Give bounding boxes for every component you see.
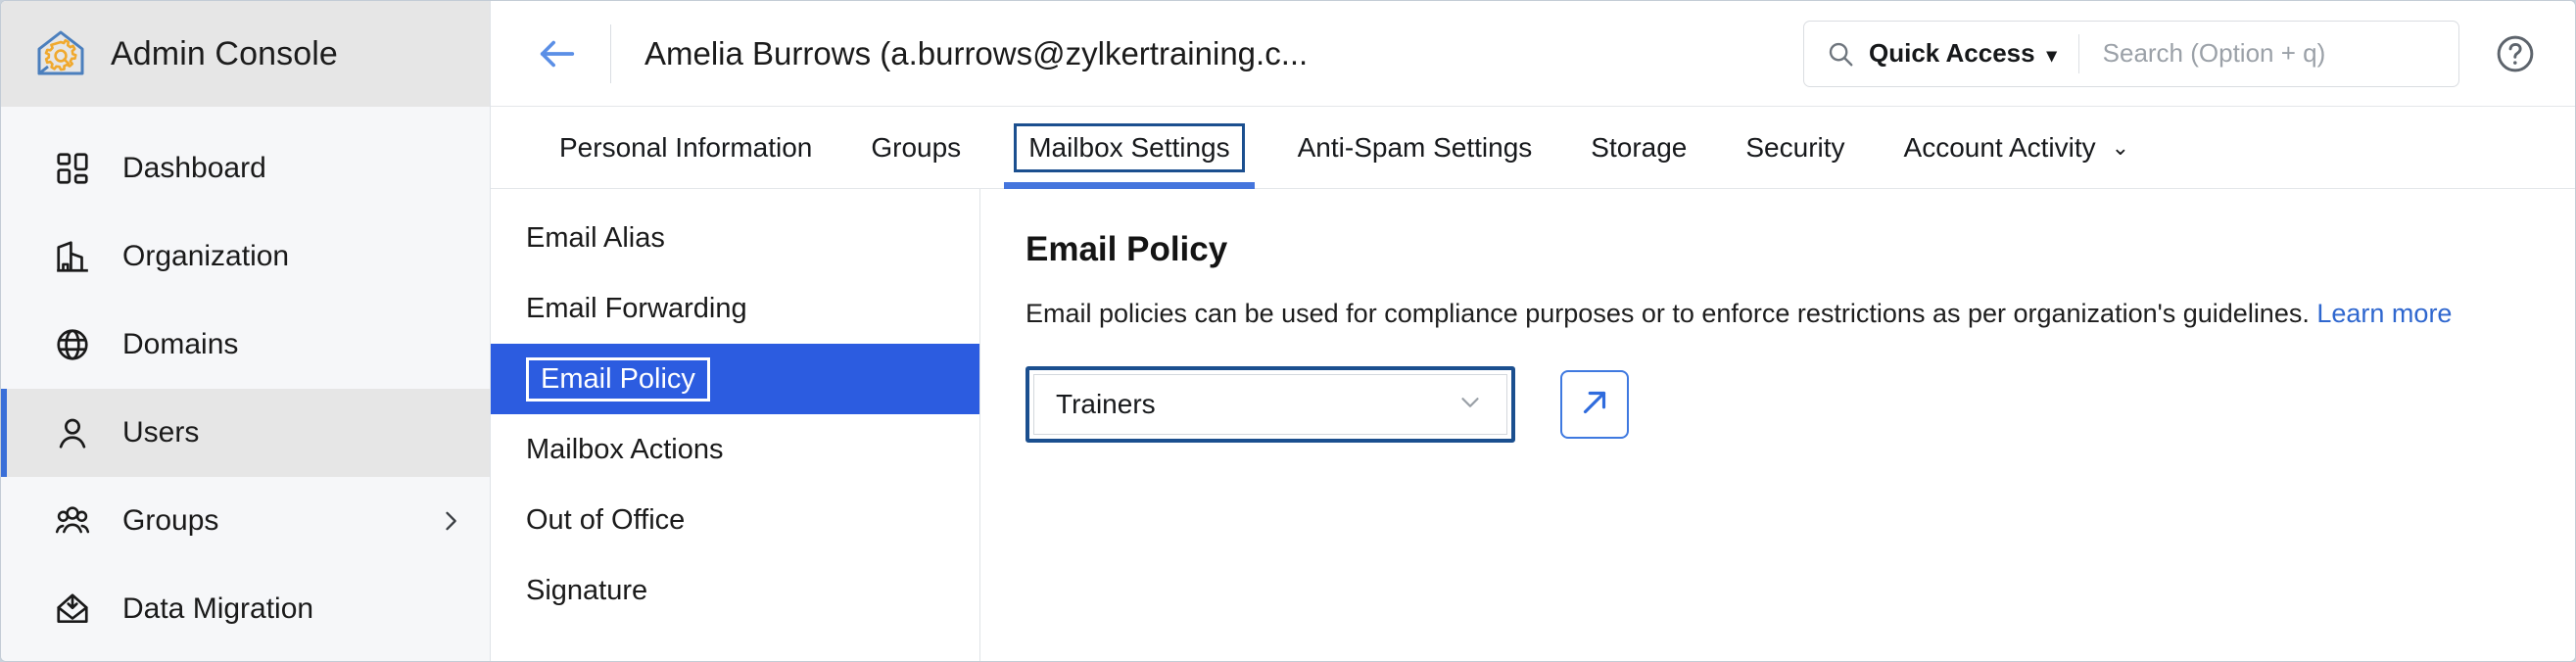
chevron-down-icon: ⌄ [2111,134,2130,160]
tab-label: Account Activity [1903,131,2096,163]
tab-label: Storage [1591,131,1688,163]
chevron-down-icon [1455,388,1485,422]
submenu-item-email-alias[interactable]: Email Alias [491,203,979,273]
panel-description: Email policies can be used for complianc… [1026,299,2575,329]
panel-title: Email Policy [1026,230,1228,268]
sidebar-item-dashboard[interactable]: Dashboard [1,124,490,213]
page-title: Amelia Burrows (a.burrows@zylkertraining… [644,34,1309,71]
sidebar-item-label: Data Migration [122,592,314,625]
sidebar-item-domains[interactable]: Domains [1,301,490,389]
tab-storage[interactable]: Storage [1561,107,1716,188]
tab-mailbox-settings[interactable]: Mailbox Settings [990,107,1267,189]
caret-down-icon: ▾ [2046,45,2057,67]
search-area: Quick Access ▾ [1803,20,2542,87]
submenu-item-email-forwarding[interactable]: Email Forwarding [491,273,979,344]
grid-icon [52,148,93,189]
tab-anti-spam-settings[interactable]: Anti-Spam Settings [1268,107,1562,188]
sidebar-item-groups[interactable]: Groups [1,477,490,565]
tab-label: Personal Information [559,131,813,163]
submenu-item-label: Email Alias [526,221,665,254]
submenu-item-out-of-office[interactable]: Out of Office [491,485,979,555]
policy-select-value: Trainers [1056,389,1156,419]
globe-icon [52,324,93,365]
search-input[interactable] [2100,37,2437,70]
submenu-item-signature[interactable]: Signature [491,555,979,626]
sidebar-item-data-migration[interactable]: Data Migration [1,565,490,653]
tab-label: Mailbox Settings [1014,122,1245,172]
tab-account-activity[interactable]: Account Activity ⌄ [1875,107,2160,188]
tab-security[interactable]: Security [1716,107,1874,188]
sidebar-nav: Dashboard Organization Domains Users Gro… [1,107,490,661]
help-circle-icon[interactable] [2489,27,2542,80]
brand-header: Admin Console [1,1,490,107]
policy-row: Trainers [1026,366,2575,443]
sidebar-item-label: Users [122,416,200,449]
admin-console-window: Admin Console Dashboard Organization Dom… [0,0,2576,662]
panel-description-text: Email policies can be used for complianc… [1026,299,2310,328]
tab-groups[interactable]: Groups [841,107,990,188]
submenu-item-label: Mailbox Actions [526,433,724,465]
topbar-divider [610,24,611,83]
tab-label: Anti-Spam Settings [1297,131,1533,163]
submenu-item-email-policy[interactable]: Email Policy [491,344,979,414]
email-policy-panel: Email Policy Email policies can be used … [980,189,2575,661]
sidebar-item-label: Groups [122,504,219,537]
sidebar-item-label: Dashboard [122,152,266,184]
sidebar-item-users[interactable]: Users [1,389,490,477]
submenu-item-label: Email Policy [526,356,710,402]
user-icon [52,412,93,453]
submenu-item-label: Email Forwarding [526,292,747,324]
tab-label: Security [1745,131,1845,163]
submenu-item-mailbox-actions[interactable]: Mailbox Actions [491,414,979,485]
open-policy-external-button[interactable] [1560,370,1629,439]
primary-sidebar: Admin Console Dashboard Organization Dom… [1,1,491,661]
inbox-download-icon [52,589,93,630]
brand-title: Admin Console [111,34,338,72]
tab-label: Groups [871,131,962,163]
sidebar-item-label: Organization [122,240,290,272]
learn-more-link[interactable]: Learn more [2316,299,2452,328]
submenu-item-label: Out of Office [526,503,686,536]
arrow-up-right-icon [1576,384,1613,426]
chevron-right-icon[interactable] [437,507,464,535]
building-icon [52,236,93,277]
users-icon [52,500,93,542]
sidebar-item-organization[interactable]: Organization [1,213,490,301]
home-gear-icon [34,27,87,80]
search-divider [2077,33,2079,73]
quick-access-label: Quick Access [1869,38,2035,68]
topbar: Amelia Burrows (a.burrows@zylkertraining… [491,1,2575,107]
tabbar: Personal Information Groups Mailbox Sett… [491,107,2575,189]
content-area: Amelia Burrows (a.burrows@zylkertraining… [491,1,2575,661]
body-area: Email Alias Email Forwarding Email Polic… [491,189,2575,661]
mailbox-settings-submenu: Email Alias Email Forwarding Email Polic… [491,189,980,661]
global-search-box[interactable]: Quick Access ▾ [1803,20,2459,87]
submenu-item-label: Signature [526,574,648,606]
policy-select[interactable]: Trainers [1033,374,1507,435]
back-button[interactable] [530,26,585,81]
search-icon [1826,39,1855,69]
sidebar-item-label: Domains [122,328,239,360]
policy-select-focus-ring: Trainers [1026,366,1515,443]
quick-access-dropdown[interactable]: Quick Access ▾ [1869,38,2057,69]
tab-personal-information[interactable]: Personal Information [530,107,841,188]
